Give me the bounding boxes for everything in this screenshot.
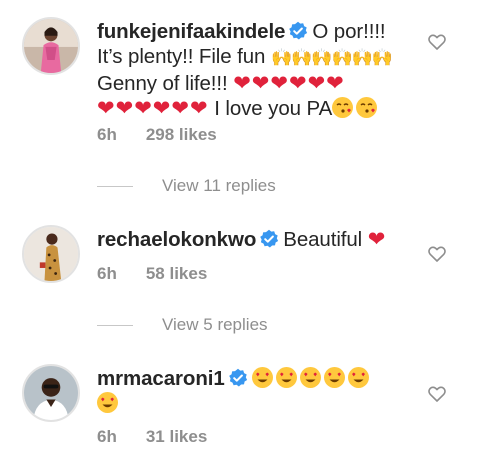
verified-badge-icon	[228, 368, 248, 388]
smiling-face-with-heart-eyes-emoji	[97, 392, 118, 413]
heart-outline-icon[interactable]	[428, 386, 446, 402]
avatar[interactable]	[22, 225, 80, 283]
smiling-face-with-heart-eyes-emoji	[323, 367, 345, 388]
replies-divider	[97, 324, 133, 326]
smiling-face-with-heart-eyes-emoji	[251, 367, 273, 388]
profile-photo-icon	[24, 227, 78, 281]
comment-text-line-3: Genny of life!!!	[97, 72, 228, 95]
heart-outline-icon[interactable]	[428, 34, 446, 50]
username[interactable]: rechaelokonkwo	[97, 228, 256, 251]
timestamp: 6h	[97, 264, 117, 283]
view-replies-link[interactable]: View 5 replies	[97, 315, 268, 335]
timestamp: 6h	[97, 125, 117, 144]
username[interactable]: mrmacaroni1	[97, 367, 225, 390]
comment-meta: 6h 31 likes	[97, 427, 207, 447]
likes-count[interactable]: 58 likes	[146, 264, 207, 283]
raised-hands-emoji: 🙌🙌🙌🙌🙌🙌	[270, 48, 393, 68]
avatar[interactable]	[22, 364, 80, 422]
likes-count[interactable]: 31 likes	[146, 427, 207, 446]
comment-text: funkejenifaakindele O por!!!! It’s plenty…	[97, 19, 397, 121]
avatar[interactable]	[22, 17, 80, 75]
profile-photo-icon	[24, 366, 78, 420]
face-blowing-kiss-emoji	[332, 97, 354, 118]
comment-meta: 6h 58 likes	[97, 264, 207, 284]
timestamp: 6h	[97, 427, 117, 446]
verified-badge-icon	[259, 229, 279, 249]
smiling-face-with-heart-eyes-emoji	[347, 367, 369, 388]
username[interactable]: funkejenifaakindele	[97, 20, 285, 43]
comment-meta: 6h 298 likes	[97, 125, 217, 145]
comment-text-line-2: It’s plenty!! File fun	[97, 45, 266, 68]
smiling-face-with-heart-eyes-emoji	[275, 367, 297, 388]
view-replies-label: View 11 replies	[162, 176, 276, 195]
heart-outline-icon[interactable]	[428, 246, 446, 262]
comment-text: mrmacaroni1	[97, 366, 397, 416]
comment-text-line-4: I love you PA	[214, 97, 333, 120]
face-blowing-kiss-emoji	[356, 97, 378, 118]
view-replies-link[interactable]: View 11 replies	[97, 176, 276, 196]
heart-eyes-emoji-row	[251, 367, 372, 390]
comment-text-line-1: O por!!!!	[312, 20, 386, 43]
red-heart-emoji: ❤❤❤❤❤❤	[97, 96, 209, 120]
comment-text: rechaelokonkwo Beautiful ❤	[97, 227, 397, 252]
smiling-face-with-heart-eyes-emoji	[299, 367, 321, 388]
likes-count[interactable]: 298 likes	[146, 125, 217, 144]
comment-body: Beautiful	[283, 228, 363, 251]
verified-badge-icon	[288, 21, 308, 41]
profile-photo-icon	[24, 19, 78, 73]
red-heart-emoji: ❤	[367, 227, 387, 251]
red-heart-emoji: ❤❤❤❤❤❤	[233, 71, 345, 95]
replies-divider	[97, 185, 133, 187]
view-replies-label: View 5 replies	[162, 315, 268, 334]
